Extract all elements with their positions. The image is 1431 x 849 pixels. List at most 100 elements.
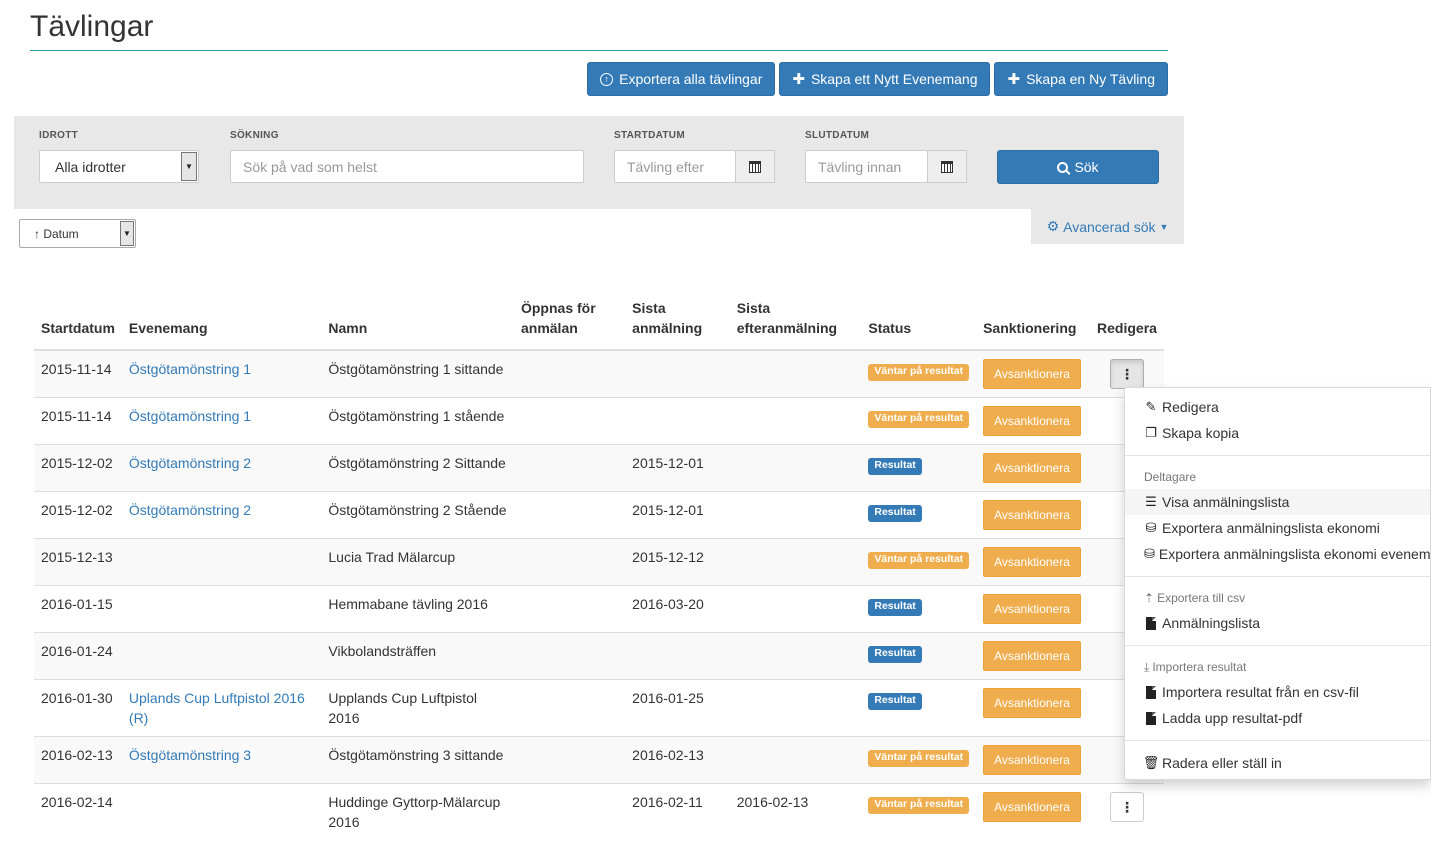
start-date-label: STARTDATUM	[614, 130, 685, 141]
export-all-button[interactable]: ↑ Exportera alla tävlingar	[587, 62, 776, 96]
sport-select-value: Alla idrotter	[55, 158, 126, 175]
menu-item-show-registration-list-label: Visa anmälningslista	[1162, 494, 1290, 510]
cell-opens	[513, 679, 626, 737]
cell-start: 2015-11-14	[34, 349, 122, 398]
cell-event-text[interactable]: Östgötamönstring 2	[129, 455, 251, 471]
export-all-label: Exportera alla tävlingar	[619, 71, 763, 87]
cell-event: Uplands Cup Luftpistol 2016 (R)	[121, 679, 322, 737]
kebab-icon: ⋮	[1120, 366, 1135, 382]
col-header-sanction[interactable]: Sanktionering	[976, 290, 1091, 351]
cell-last-registration: 2016-03-20	[625, 585, 730, 633]
menu-item-upload-pdf[interactable]: Ladda upp resultat-pdf	[1125, 705, 1430, 731]
cell-event: Östgötamönstring 2	[121, 444, 322, 492]
sport-select[interactable]: Alla idrotter ▼	[39, 150, 199, 183]
cell-status: Resultat	[861, 491, 977, 539]
chevron-down-icon: ▼	[181, 152, 197, 181]
menu-header-import-results-label: Importera resultat	[1152, 660, 1247, 674]
col-header-start[interactable]: Startdatum	[34, 290, 122, 351]
caret-down-icon: ▼	[1159, 221, 1169, 232]
unsanction-button[interactable]: Avsanktionera	[983, 359, 1081, 389]
cell-name-text: Lucia Trad Mälarcup	[328, 549, 456, 565]
col-header-last-late-registration[interactable]: Sista efteranmälning	[729, 290, 862, 351]
create-event-button[interactable]: ✚ Skapa ett Nytt Evenemang	[779, 62, 991, 96]
competitions-table: Startdatum Evenemang Namn Öppnas för anm…	[34, 290, 1164, 840]
menu-item-show-registration-list[interactable]: ☰ Visa anmälningslista	[1125, 489, 1430, 515]
cell-start: 2015-11-14	[34, 397, 122, 445]
sort-select[interactable]: ↑ Datum ▼	[19, 219, 136, 248]
cell-event	[121, 585, 322, 633]
cell-event-text[interactable]: Östgötamönstring 2	[129, 502, 251, 518]
end-date-input[interactable]: Tävling innan	[805, 150, 928, 183]
cell-opens	[513, 783, 626, 840]
pencil-icon: ✎	[1145, 399, 1157, 414]
menu-item-export-economy[interactable]: ⛁ Exportera anmälningslista ekonomi	[1125, 515, 1430, 541]
row-actions-button[interactable]: ⋮	[1110, 792, 1145, 822]
menu-divider	[1125, 576, 1430, 577]
create-competition-button[interactable]: ✚ Skapa en Ny Tävling	[994, 62, 1168, 96]
cell-sanction: Avsanktionera	[976, 783, 1091, 840]
row-actions-button[interactable]: ⋮	[1110, 359, 1145, 389]
unsanction-button[interactable]: Avsanktionera	[983, 406, 1081, 436]
menu-header-export-csv-label: Exportera till csv	[1157, 591, 1246, 605]
file-icon	[1146, 711, 1156, 725]
cell-sanction: Avsanktionera	[976, 736, 1091, 784]
menu-item-registration-list-csv[interactable]: Anmälningslista	[1125, 610, 1430, 636]
col-header-last-registration[interactable]: Sista anmälning	[625, 290, 730, 351]
unsanction-button[interactable]: Avsanktionera	[983, 792, 1081, 822]
menu-item-delete[interactable]: 🗑 Radera eller ställ in	[1125, 750, 1430, 776]
menu-divider	[1125, 645, 1430, 646]
unsanction-button[interactable]: Avsanktionera	[983, 500, 1081, 530]
piggy-bank-icon: ⛁	[1145, 520, 1157, 535]
search-button-label: Sök	[1074, 159, 1099, 175]
table-row: 2016-01-15 Hemmabane tävling 2016 2016-03-…	[34, 585, 1164, 633]
col-header-name[interactable]: Namn	[321, 290, 514, 351]
col-header-status[interactable]: Status	[861, 290, 977, 351]
row-actions-dropdown: ✎ Redigera ❐ Skapa kopia Deltagare ☰ Vis…	[1124, 387, 1431, 780]
cell-last-late-registration	[729, 632, 862, 680]
unsanction-button[interactable]: Avsanktionera	[983, 594, 1081, 624]
menu-header-participants: Deltagare	[1144, 470, 1197, 484]
end-date-calendar-button[interactable]	[927, 150, 967, 183]
cell-event-text[interactable]: Östgötamönstring 1	[129, 408, 251, 424]
cell-name: Östgötamönstring 1 stående	[321, 397, 514, 445]
calendar-icon	[941, 160, 953, 173]
start-date-calendar-button[interactable]	[735, 150, 775, 183]
cell-sanction: Avsanktionera	[976, 632, 1091, 680]
menu-item-copy[interactable]: ❐ Skapa kopia	[1125, 420, 1430, 446]
search-input[interactable]: Sök på vad som helst	[230, 150, 584, 183]
cell-start-text: 2016-01-15	[41, 596, 113, 612]
advanced-search-toggle[interactable]: ⚙ Avancerad sök ▼	[1031, 209, 1184, 244]
cell-status: Väntar på resultat	[861, 736, 977, 784]
start-date-input[interactable]: Tävling efter	[614, 150, 736, 183]
search-label: SÖKNING	[230, 130, 279, 141]
unsanction-button[interactable]: Avsanktionera	[983, 453, 1081, 483]
col-header-edit: Redigera	[1090, 290, 1164, 351]
cell-opens	[513, 444, 626, 492]
cell-opens	[513, 397, 626, 445]
kebab-icon: ⋮	[1120, 799, 1135, 815]
plus-icon: ✚	[1007, 71, 1021, 88]
cell-name-text: Östgötamönstring 2 Stående	[328, 502, 507, 518]
unsanction-button[interactable]: Avsanktionera	[983, 688, 1081, 718]
unsanction-button[interactable]: Avsanktionera	[983, 547, 1081, 577]
col-header-opens[interactable]: Öppnas för anmälan	[513, 290, 626, 351]
col-header-event[interactable]: Evenemang	[121, 290, 322, 351]
list-icon: ☰	[1145, 494, 1157, 509]
cell-event-text[interactable]: Östgötamönstring 3	[129, 747, 251, 763]
menu-item-edit[interactable]: ✎ Redigera	[1125, 394, 1430, 420]
cell-sanction: Avsanktionera	[976, 585, 1091, 633]
cell-status: Resultat	[861, 585, 977, 633]
unsanction-button[interactable]: Avsanktionera	[983, 745, 1081, 775]
cell-event-text[interactable]: Uplands Cup Luftpistol 2016 (R)	[129, 690, 305, 726]
cell-start: 2015-12-13	[34, 538, 122, 586]
cell-name: Vikbolandsträffen	[321, 632, 514, 680]
search-button[interactable]: Sök	[997, 150, 1159, 184]
circle-arrow-up-icon: ↑	[600, 72, 614, 86]
cell-event-text[interactable]: Östgötamönstring 1	[129, 361, 251, 377]
menu-item-import-csv[interactable]: Importera resultat från en csv-fil	[1125, 679, 1430, 705]
menu-item-export-economy-event[interactable]: ⛁ Exportera anmälningslista ekonomi even…	[1125, 541, 1430, 567]
cell-last-late-registration: 2016-02-13	[729, 783, 862, 840]
cell-event: Östgötamönstring 1	[121, 349, 322, 398]
cell-start-text: 2015-11-14	[41, 361, 112, 377]
unsanction-button[interactable]: Avsanktionera	[983, 641, 1081, 671]
